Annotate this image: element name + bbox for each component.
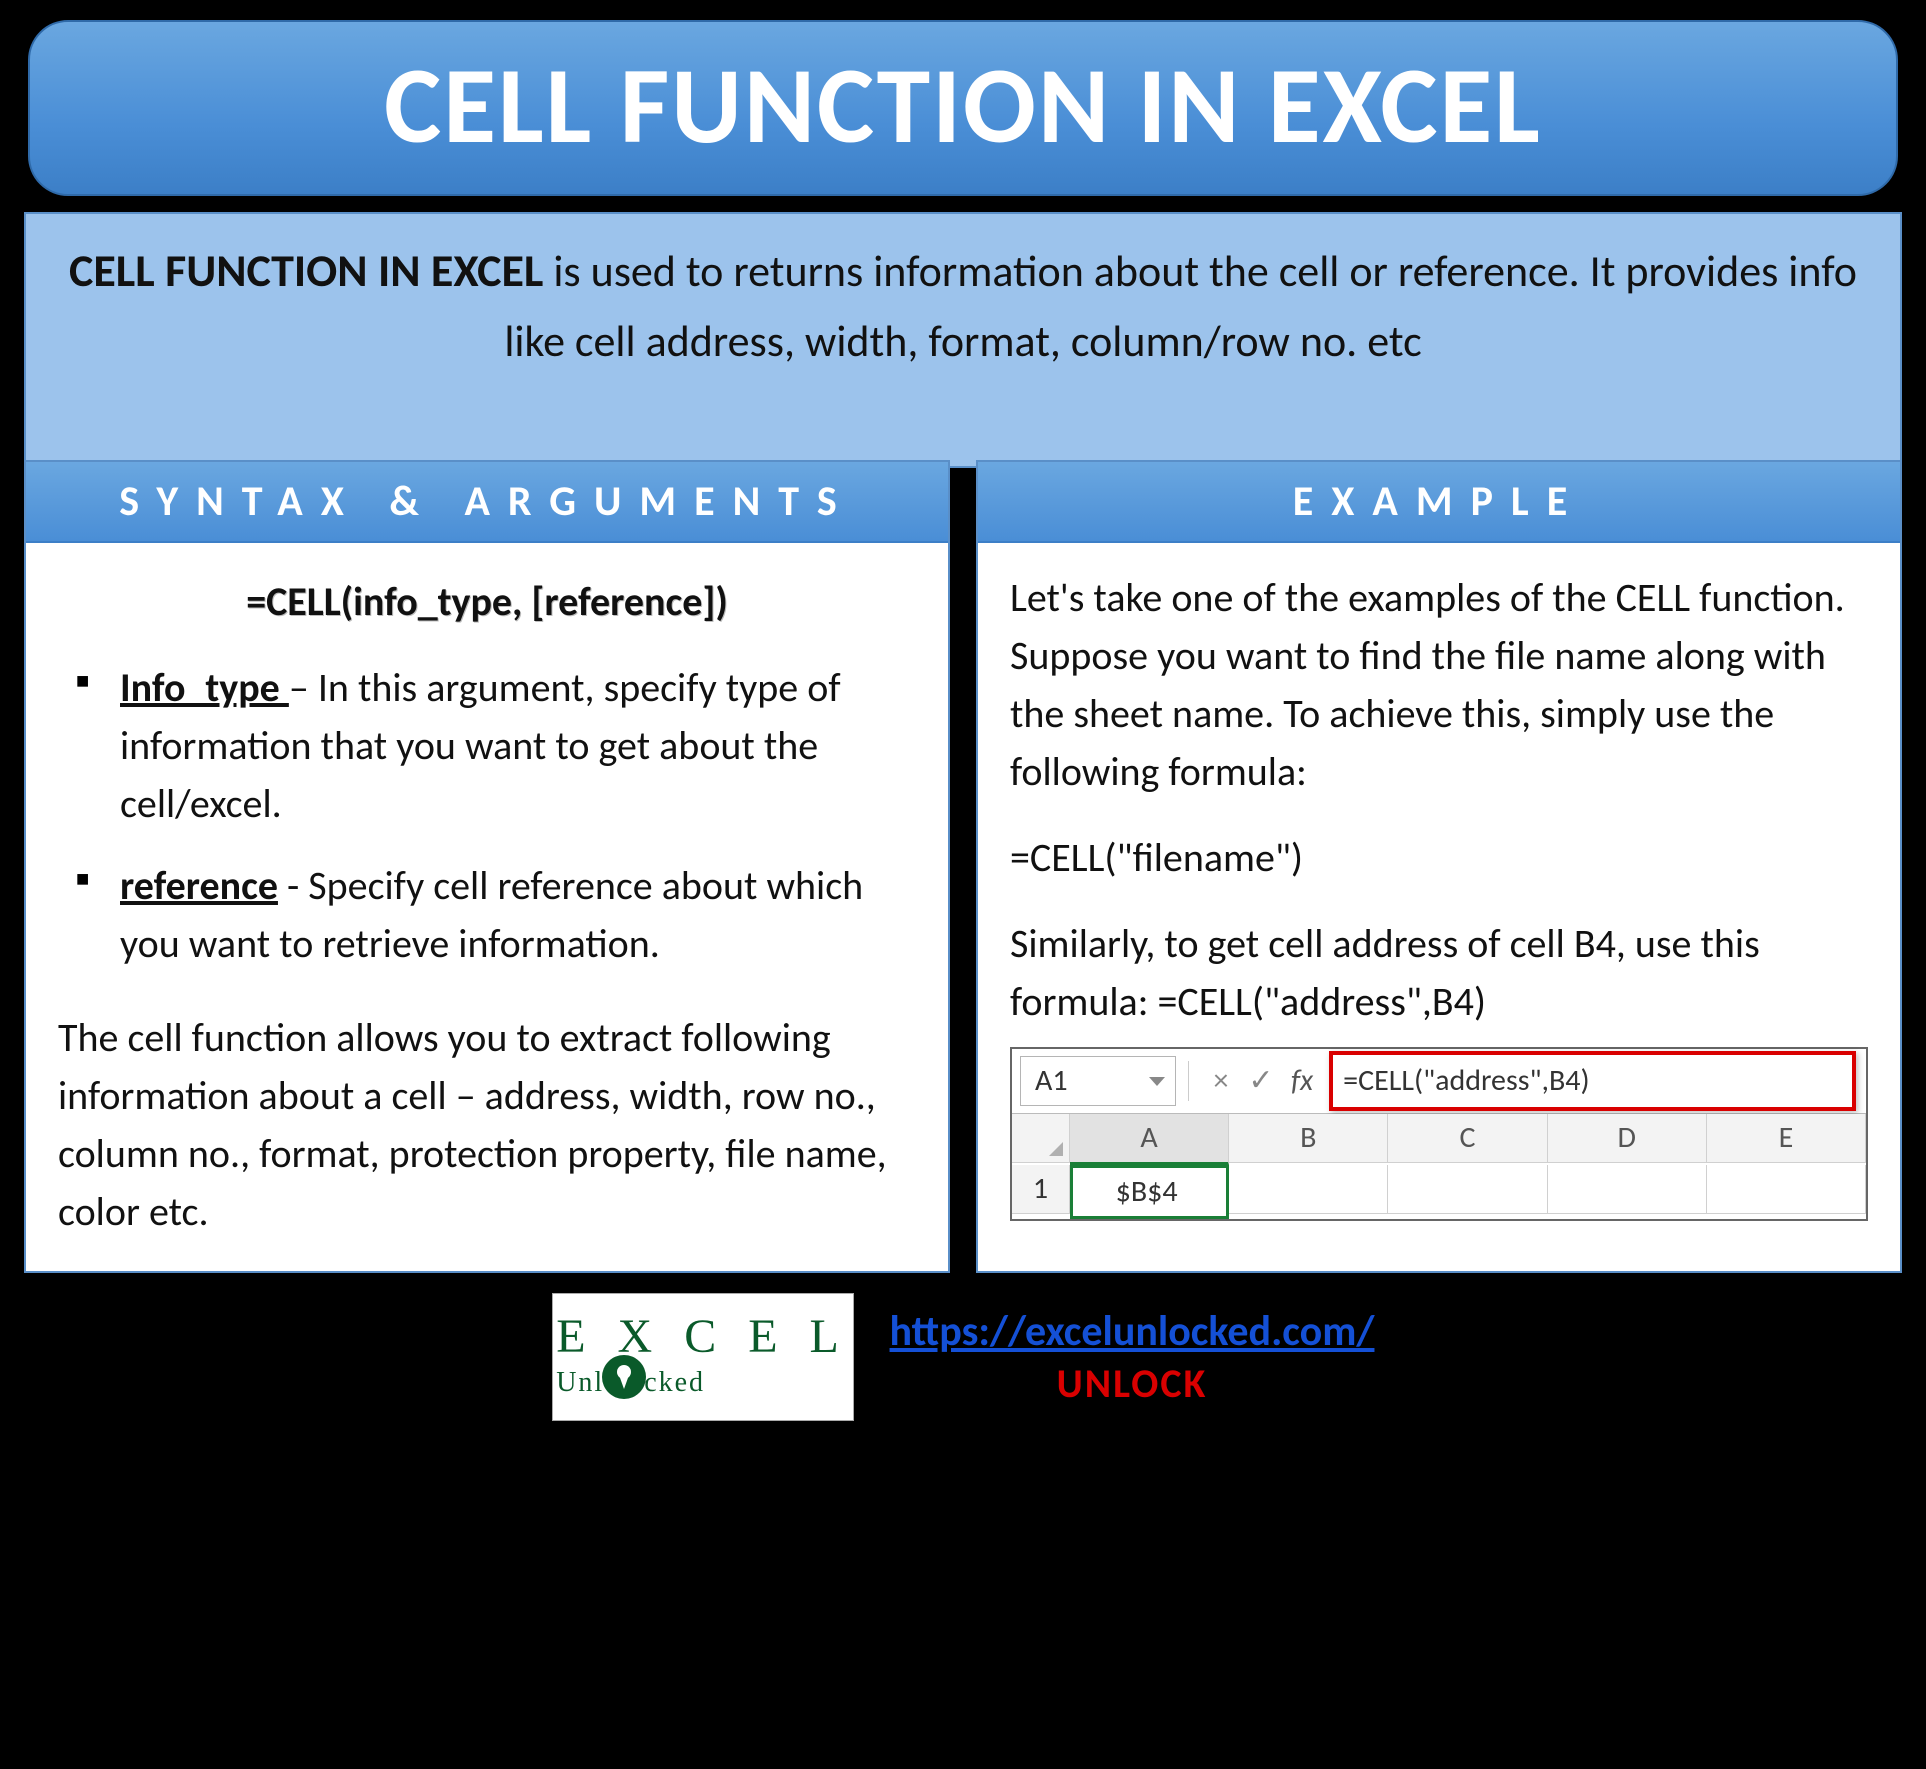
title-bar: CELL FUNCTION IN EXCEL [28,20,1898,196]
fx-icon[interactable]: fx [1291,1059,1313,1103]
separator [1188,1061,1189,1101]
keyhole-icon [602,1355,646,1399]
example-header: EXAMPLE [978,462,1900,543]
intro-bold: CELL FUNCTION IN EXCEL [69,243,543,299]
argument-list: Info_type – In this argument, specify ty… [58,659,916,973]
select-all-corner[interactable] [1012,1114,1070,1163]
cell-c1[interactable] [1388,1165,1547,1214]
cell-b1[interactable] [1229,1165,1388,1214]
arg-name: Info_type [120,663,289,712]
name-box[interactable]: A1 [1020,1056,1176,1106]
excel-screenshot: A1 × ✓ fx =CELL("address",B4) A B C D E [1010,1047,1868,1221]
arg-info-type: Info_type – In this argument, specify ty… [76,659,916,833]
cancel-icon[interactable]: × [1201,1059,1241,1103]
example-intro: Let's take one of the examples of the CE… [1010,569,1868,801]
syntax-panel: SYNTAX & ARGUMENTS =CELL(info_type, [ref… [24,460,950,1273]
col-header-e[interactable]: E [1707,1114,1866,1163]
page-title: CELL FUNCTION IN EXCEL [40,40,1886,172]
row-header-1[interactable]: 1 [1012,1165,1070,1214]
col-header-d[interactable]: D [1548,1114,1707,1163]
intro-text: is used to returns information about the… [504,244,1857,368]
cell-e1[interactable] [1707,1165,1866,1214]
syntax-description: The cell function allows you to extract … [58,1009,916,1241]
col-header-a[interactable]: A [1070,1114,1229,1165]
footer-link[interactable]: https://excelunlocked.com/ [890,1306,1375,1357]
arg-name: reference [120,861,278,910]
example-panel: EXAMPLE Let's take one of the examples o… [976,460,1902,1273]
cell-d1[interactable] [1548,1165,1707,1214]
formula-input[interactable]: =CELL("address",B4) [1329,1051,1856,1111]
cell-a1[interactable]: $B$4 [1070,1165,1229,1219]
intro-box: CELL FUNCTION IN EXCEL is used to return… [24,212,1902,468]
col-header-b[interactable]: B [1229,1114,1388,1163]
enter-icon[interactable]: ✓ [1241,1059,1281,1103]
logo: E X C E L Unlcked [552,1293,854,1421]
footer: E X C E L Unlcked https://excelunlocked.… [0,1293,1926,1421]
footer-unlock: UNLOCK [890,1359,1375,1408]
syntax-formula: =CELL(info_type, [reference]) [58,573,916,631]
col-header-c[interactable]: C [1388,1114,1547,1163]
excel-grid: A B C D E 1 $B$4 [1012,1114,1866,1219]
arg-reference: reference - Specify cell reference about… [76,857,916,973]
example-formula-1: =CELL("filename") [1010,829,1868,887]
excel-formula-bar: A1 × ✓ fx =CELL("address",B4) [1012,1049,1866,1114]
example-para-2: Similarly, to get cell address of cell B… [1010,915,1868,1031]
syntax-header: SYNTAX & ARGUMENTS [26,462,948,543]
